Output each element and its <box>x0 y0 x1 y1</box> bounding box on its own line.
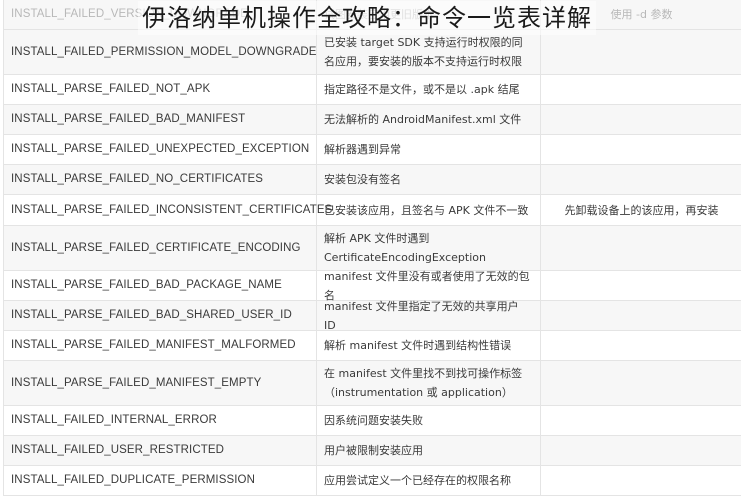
description-cell: 解析器遇到异常 <box>317 135 541 164</box>
error-code-cell: INSTALL_PARSE_FAILED_CERTIFICATE_ENCODIN… <box>4 226 317 270</box>
table-row: INSTALL_PARSE_FAILED_UNEXPECTED_EXCEPTIO… <box>4 135 741 165</box>
solution-cell <box>541 271 741 300</box>
solution-cell <box>541 436 741 465</box>
solution-cell <box>541 165 741 194</box>
table-row: INSTALL_FAILED_DUPLICATE_PERMISSION 应用尝试… <box>4 466 741 496</box>
table-row: INSTALL_FAILED_USER_RESTRICTED 用户被限制安装应用 <box>4 436 741 466</box>
description-cell: manifest 文件里指定了无效的共享用户 ID <box>317 300 541 332</box>
description-cell: 指定路径不是文件，或不是以 .apk 结尾 <box>317 75 541 104</box>
description-cell: 用户被限制安装应用 <box>317 436 541 465</box>
solution-cell <box>541 301 741 330</box>
table-row: INSTALL_PARSE_FAILED_MANIFEST_EMPTY 在 ma… <box>4 361 741 406</box>
solution-cell <box>541 226 741 270</box>
table-row: INSTALL_PARSE_FAILED_NO_CERTIFICATES 安装包… <box>4 165 741 195</box>
table-row: INSTALL_FAILED_PERMISSION_MODEL_DOWNGRAD… <box>4 30 741 75</box>
solution-cell <box>541 135 741 164</box>
description-cell: 安装包没有签名 <box>317 165 541 194</box>
table-row: INSTALL_PARSE_FAILED_NOT_APK 指定路径不是文件，或不… <box>4 75 741 105</box>
error-code-cell: INSTALL_PARSE_FAILED_BAD_SHARED_USER_ID <box>4 301 317 330</box>
table-row: INSTALL_FAILED_INTERNAL_ERROR 因系统问题安装失败 <box>4 406 741 436</box>
solution-cell <box>541 75 741 104</box>
description-cell: 在 manifest 文件里找不到找可操作标签（instrumentation … <box>317 361 541 405</box>
error-code-cell: INSTALL_PARSE_FAILED_MANIFEST_MALFORMED <box>4 331 317 360</box>
solution-cell <box>541 105 741 134</box>
error-code-cell: INSTALL_FAILED_DUPLICATE_PERMISSION <box>4 466 317 495</box>
description-cell: 解析 APK 文件时遇到 CertificateEncodingExceptio… <box>317 226 541 270</box>
page-title: 伊洛纳单机操作全攻略：命令一览表详解 <box>138 1 596 35</box>
error-code-table: INSTALL_FAILED_VERSION_DOWNGRADE 试图安装应用更… <box>3 0 741 496</box>
solution-cell <box>541 30 741 74</box>
table-row: INSTALL_PARSE_FAILED_CERTIFICATE_ENCODIN… <box>4 226 741 271</box>
error-code-cell: INSTALL_PARSE_FAILED_NOT_APK <box>4 75 317 104</box>
description-cell: 已安装该应用，且签名与 APK 文件不一致 <box>317 195 541 225</box>
error-code-cell: INSTALL_PARSE_FAILED_INCONSISTENT_CERTIF… <box>4 195 332 225</box>
error-code-cell: INSTALL_FAILED_PERMISSION_MODEL_DOWNGRAD… <box>4 30 317 74</box>
error-code-cell: INSTALL_PARSE_FAILED_UNEXPECTED_EXCEPTIO… <box>4 135 317 164</box>
error-code-cell: INSTALL_PARSE_FAILED_MANIFEST_EMPTY <box>4 361 317 405</box>
description-cell: 解析 manifest 文件时遇到结构性错误 <box>317 331 541 360</box>
description-cell: 无法解析的 AndroidManifest.xml 文件 <box>317 105 541 134</box>
table-row: INSTALL_PARSE_FAILED_MANIFEST_MALFORMED … <box>4 331 741 361</box>
solution-cell: 先卸载设备上的该应用，再安装 <box>564 203 719 217</box>
solution-cell <box>541 466 741 495</box>
solution-cell <box>541 406 741 435</box>
table-row: INSTALL_PARSE_FAILED_BAD_MANIFEST 无法解析的 … <box>4 105 741 135</box>
error-code-cell: INSTALL_PARSE_FAILED_BAD_PACKAGE_NAME <box>4 271 317 300</box>
table-row: INSTALL_PARSE_FAILED_INCONSISTENT_CERTIF… <box>4 195 741 226</box>
error-code-cell: INSTALL_FAILED_USER_RESTRICTED <box>4 436 317 465</box>
error-code-cell: INSTALL_PARSE_FAILED_BAD_MANIFEST <box>4 105 317 134</box>
error-code-cell: INSTALL_PARSE_FAILED_NO_CERTIFICATES <box>4 165 317 194</box>
solution-cell <box>541 331 741 360</box>
error-code-cell: INSTALL_FAILED_INTERNAL_ERROR <box>4 406 317 435</box>
table-row: INSTALL_PARSE_FAILED_BAD_SHARED_USER_ID … <box>4 300 741 332</box>
solution-cell <box>541 361 741 405</box>
description-cell: 应用尝试定义一个已经存在的权限名称 <box>317 466 541 495</box>
description-cell: 因系统问题安装失败 <box>317 406 541 435</box>
description-cell: 已安装 target SDK 支持运行时权限的同名应用，要安装的版本不支持运行时… <box>317 30 541 74</box>
